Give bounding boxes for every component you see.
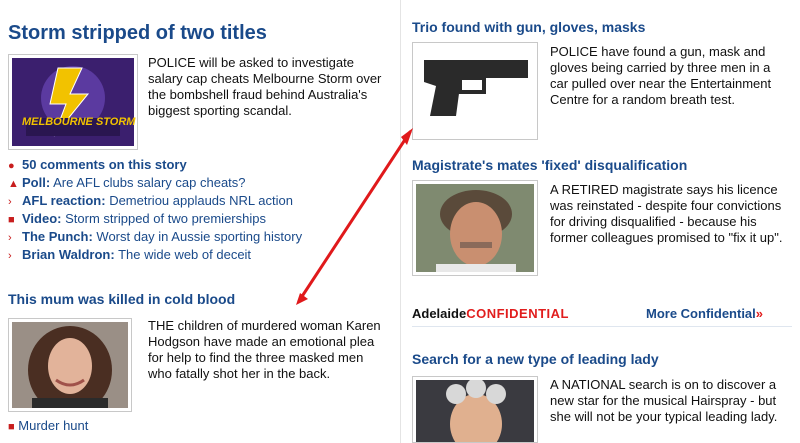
annotation-arrow xyxy=(296,128,413,305)
